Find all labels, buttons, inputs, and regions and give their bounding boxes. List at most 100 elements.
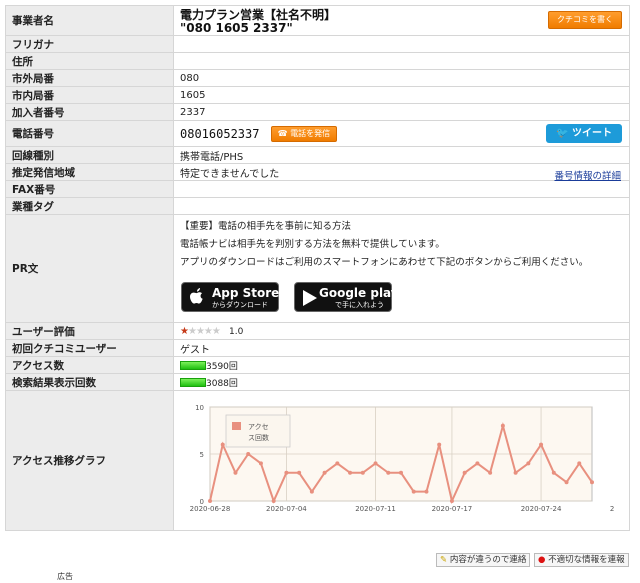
row-address: 住所 [5,52,630,70]
star-filled-icon: ★ [180,325,189,337]
chart-data-point [360,470,365,475]
tweet-button-label: ツイート [572,128,612,139]
chart-data-point [475,461,480,466]
access-count-label: アクセス数 [5,356,174,374]
chart-data-point [500,423,505,428]
row-estimated-area: 推定発信地域 特定できませんでした 番号情報の詳細 [5,163,630,182]
app-store-button[interactable]: App Store からダウンロード [181,282,279,312]
row-first-reviewer: 初回クチコミユーザー ゲスト [5,339,630,357]
chart-data-point [399,470,403,475]
chart-legend-label-line1: アクセ [248,423,269,431]
apple-icon [190,288,203,304]
chart-x-tick-label: 2020-07-24 [521,505,562,513]
star-empty-icon: ★ [195,325,205,337]
user-rating-label: ユーザー評価 [5,322,174,340]
row-access-count: アクセス数 3590回 [5,356,630,374]
chart-data-point [386,470,391,475]
estimated-area-label: 推定発信地域 [5,163,174,181]
access-graph-label: アクセス推移グラフ [5,390,174,531]
pr-label: PR文 [5,214,174,323]
app-store-subtitle: からダウンロード [212,301,268,309]
chart-legend-box [225,414,291,448]
row-user-rating: ユーザー評価 ★★★★★ 1.0 [5,322,630,340]
business-name-cell: 電力プラン営業【社名不明】 "080 1605 2337" クチコミを書く [173,5,630,36]
pr-line-2: 電話帳ナビは相手先を判別する方法を無料で提供しています。 [180,239,445,250]
phone-cell: 08016052337 ☎ 電話を発信 🐦 ツイート [173,120,630,147]
search-count-bar [180,377,206,387]
google-play-button[interactable]: Google play で手に入れよう [294,282,399,312]
chart-data-point [462,470,467,475]
report-inappropriate-button[interactable]: ● 不適切な情報を連報 [534,553,629,567]
chart-data-point [577,461,582,466]
report-wrong-label: 内容が違うので連絡 [449,555,527,565]
report-wrong-button[interactable]: ✎ 内容が違うので連絡 [436,553,531,567]
chart-x-tick-label: 2020-07-04 [266,505,307,513]
chart-y-tick-label: 5 [200,451,204,459]
pencil-icon: ✎ [440,555,448,565]
ad-label: 広告 [57,572,73,581]
estimated-area-value: 特定できませんでした [180,168,280,180]
write-review-button[interactable]: クチコミを書く [548,11,622,29]
search-count-cell: 3088回 [173,373,630,391]
chart-data-point [449,499,454,503]
area-code-label: 市外局番 [5,69,174,87]
subscriber-number-value: 2337 [173,103,630,121]
pr-line-1: 【重要】電話の相手先を事前に知る方法 [180,221,352,232]
line-type-value: 携帯電話/PHS [173,146,630,164]
chart-data-point [348,470,353,475]
access-count-cell: 3590回 [173,356,630,374]
star-empty-icon: ★ [187,325,197,337]
chart-data-point [297,470,302,475]
chart-data-point [513,470,518,475]
furigana-label: フリガナ [5,35,174,53]
rating-value: 1.0 [229,326,244,337]
chart-x-tick-label: 2020-06-28 [190,505,231,513]
chart-data-point [335,461,340,466]
row-area-code: 市外局番 080 [5,69,630,87]
pr-line-3: アプリのダウンロードはご利用のスマートフォンにあわせて下記のボタンからご利用くだ… [180,257,589,268]
access-count-bar [180,360,206,370]
furigana-value [173,35,630,53]
industry-tag-label: 業種タグ [5,197,174,215]
access-trend-chart: 05102020-06-28 2020-07-04 2020-07-11 2020-0… [190,404,640,513]
chart-data-point [424,489,429,494]
chart-data-point [373,461,378,466]
search-count-label: 検索結果表示回数 [5,373,174,391]
row-line-type: 回線種別 携帯電話/PHS [5,146,630,164]
row-business-name: 事業者名 電力プラン営業【社名不明】 "080 1605 2337" クチコミを… [5,5,630,36]
google-play-icon [303,290,317,306]
row-industry-tag: 業種タグ [5,197,630,215]
fax-label: FAX番号 [5,180,174,198]
estimated-area-cell: 特定できませんでした 番号情報の詳細 [173,163,630,182]
chart-data-point [233,470,238,475]
search-count-value: 3088回 [206,378,238,389]
chart-data-point [488,470,493,475]
access-graph-cell: 0 5 10 2020-06-28 2020-07-04 2020-07-11 2020-0… [173,390,640,531]
chart-x-tick-label: 2020-07-11 [355,505,396,513]
number-detail-link[interactable]: 番号情報の詳細 [554,168,621,182]
row-search-count: 検索結果表示回数 3088回 [5,373,630,391]
area-code-value: 080 [173,69,630,87]
call-button[interactable]: ☎ 電話を発信 [270,125,338,142]
row-fax: FAX番号 [5,180,630,198]
phone-label: 電話番号 [5,120,174,147]
chart-data-point [258,461,263,466]
chart-data-point [526,461,531,466]
first-reviewer-value: ゲスト [173,339,630,357]
tweet-button[interactable]: 🐦 ツイート [546,124,622,143]
report-inappropriate-label: 不適切な情報を連報 [548,555,625,565]
app-store-buttons: App Store からダウンロード Google play で手に入れよう [180,282,629,312]
chart-data-point [284,470,289,475]
chart-data-point [539,442,544,447]
google-play-subtitle: で手に入れよう [335,301,384,309]
row-subscriber-number: 加入者番号 2337 [5,103,630,121]
row-local-code: 市内局番 1605 [5,86,630,104]
fax-value [173,180,630,198]
chart-data-point [411,489,416,494]
chart-legend-label-line2: ス回数 [248,433,269,442]
chart-data-point [208,499,212,503]
warning-icon: ● [538,555,546,565]
chart-data-point [271,499,276,503]
line-type-label: 回線種別 [5,146,174,164]
call-button-label: 電話を発信 [290,128,331,138]
